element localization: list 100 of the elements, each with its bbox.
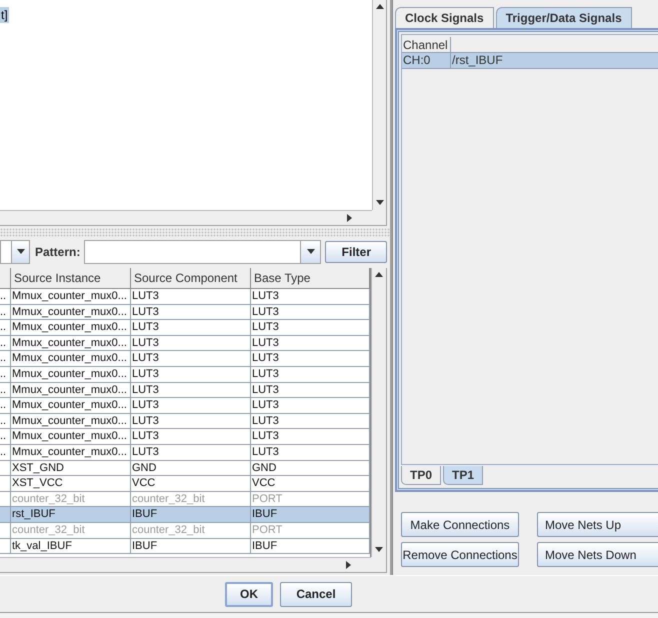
- scroll-down-icon[interactable]: [376, 199, 384, 207]
- table-cell: ..: [0, 382, 11, 398]
- table-cell: Mmux_counter_mux0...: [11, 289, 131, 304]
- scroll-up-icon[interactable]: [374, 271, 382, 279]
- table-cell: counter_32_bit: [11, 492, 131, 506]
- move-nets-button[interactable]: Move Nets Down: [537, 542, 658, 567]
- table-cell: ..: [0, 304, 11, 320]
- table-cell: LUT3: [251, 289, 370, 304]
- dropdown-arrow-icon[interactable]: [306, 248, 315, 256]
- table-cell: IBUF: [251, 507, 370, 522]
- table-cell: LUT3: [251, 366, 370, 382]
- table-cell: Mmux_counter_mux0...: [11, 382, 131, 398]
- column-header[interactable]: Channel: [402, 37, 451, 52]
- table-cell: ..: [0, 429, 11, 444]
- scroll-right-icon[interactable]: [345, 561, 353, 569]
- dialog-button[interactable]: OK: [225, 582, 273, 606]
- table-cell: Mmux_counter_mux0...: [11, 336, 131, 350]
- table-cell: ..: [0, 444, 11, 460]
- table-cell: Mmux_counter_mux0...: [11, 351, 131, 366]
- dialog-button[interactable]: Cancel: [280, 582, 352, 606]
- table-row[interactable]: .. Mmux_counter_mux0... LUT3 LUT3: [0, 444, 370, 461]
- table-cell: LUT3: [131, 336, 251, 350]
- table-cell: tk_val_IBUF: [11, 538, 131, 554]
- table-row[interactable]: XST_GND GND GND: [0, 460, 370, 476]
- table-cell: LUT3: [131, 289, 251, 304]
- table-cell: IBUF: [131, 507, 251, 522]
- table-cell: LUT3: [131, 414, 251, 428]
- pattern-field[interactable]: [84, 240, 322, 264]
- table-cell: rst_IBUF: [11, 507, 131, 522]
- table-row[interactable]: .. Mmux_counter_mux0... LUT3 LUT3: [0, 320, 370, 336]
- table-cell: counter_32_bit: [131, 492, 251, 506]
- table-row[interactable]: .. Mmux_counter_mux0... LUT3 LUT3: [0, 429, 370, 445]
- table-cell: Mmux_counter_mux0...: [11, 304, 131, 320]
- table-cell: LUT3: [251, 444, 370, 460]
- column-header[interactable]: Source Component: [131, 268, 251, 288]
- table-cell: Mmux_counter_mux0...: [11, 366, 131, 382]
- connection-button[interactable]: Remove Connections: [401, 542, 519, 567]
- scroll-right-icon[interactable]: [346, 214, 354, 222]
- pattern-label: Pattern:: [35, 244, 80, 261]
- table-cell: LUT3: [131, 429, 251, 444]
- horizontal-scrollbar[interactable]: [0, 210, 372, 225]
- table-cell: PORT: [251, 522, 370, 538]
- connection-button[interactable]: Make Connections: [401, 512, 519, 537]
- horizontal-scrollbar[interactable]: [0, 557, 371, 572]
- table-row[interactable]: rst_IBUF IBUF IBUF: [0, 507, 370, 523]
- table-cell: Mmux_counter_mux0...: [11, 429, 131, 444]
- table-cell: Mmux_counter_mux0...: [11, 398, 131, 413]
- signal-tab[interactable]: Trigger/Data Signals: [496, 7, 632, 28]
- table-row[interactable]: .. Mmux_counter_mux0... LUT3 LUT3: [0, 382, 370, 398]
- table-row[interactable]: .. Mmux_counter_mux0... LUT3 LUT3: [0, 351, 370, 367]
- port-tab[interactable]: TP0: [401, 466, 442, 485]
- dropdown-arrow-icon[interactable]: [16, 248, 24, 256]
- table-row[interactable]: .. Mmux_counter_mux0... LUT3 LUT3: [0, 304, 370, 320]
- table-row[interactable]: .. Mmux_counter_mux0... LUT3 LUT3: [0, 366, 370, 383]
- table-cell: ..: [0, 398, 11, 413]
- table-cell-text: /rst_IBUF: [451, 53, 504, 68]
- column-header[interactable]: Base Type: [251, 268, 370, 288]
- table-cell: Mmux_counter_mux0...: [11, 320, 131, 335]
- move-nets-button[interactable]: Move Nets Up: [537, 512, 658, 537]
- channel-row[interactable]: CH:0 /rst_IBUF: [402, 53, 658, 69]
- table-cell: ..: [0, 351, 11, 366]
- table-cell: LUT3: [131, 304, 251, 320]
- column-header[interactable]: Source Instance: [11, 268, 131, 288]
- table-cell: counter_32_bit: [11, 522, 131, 538]
- table-row[interactable]: .. Mmux_counter_mux0... LUT3 LUT3: [0, 414, 370, 430]
- table-row[interactable]: .. Mmux_counter_mux0... LUT3 LUT3: [0, 289, 370, 305]
- list-item[interactable]: t]: [0, 7, 9, 23]
- table-row[interactable]: .. Mmux_counter_mux0... LUT3 LUT3: [0, 398, 370, 414]
- table-cell: counter_32_bit: [131, 522, 251, 538]
- table-cell: ..: [0, 414, 11, 428]
- table-cell: XST_GND: [11, 460, 131, 476]
- signal-tab[interactable]: Clock Signals: [395, 7, 494, 28]
- scroll-up-icon[interactable]: [376, 3, 384, 11]
- table-cell: LUT3: [131, 382, 251, 398]
- type-dropdown[interactable]: [0, 240, 30, 264]
- filter-button[interactable]: Filter: [325, 241, 388, 263]
- port-tab[interactable]: TP1: [443, 466, 484, 485]
- table-cell: LUT3: [251, 320, 370, 335]
- table-cell: Mmux_counter_mux0...: [11, 444, 131, 460]
- table-cell: LUT3: [131, 320, 251, 335]
- table-row[interactable]: tk_val_IBUF IBUF IBUF: [0, 538, 370, 554]
- table-row[interactable]: .. Mmux_counter_mux0... LUT3 LUT3: [0, 336, 370, 352]
- table-cell: ..: [0, 289, 11, 304]
- table-cell: VCC: [251, 476, 370, 491]
- vertical-scrollbar[interactable]: [372, 0, 386, 210]
- scroll-down-icon[interactable]: [374, 546, 382, 554]
- table-cell: ..: [0, 336, 11, 350]
- table-cell: Mmux_counter_mux0...: [11, 414, 131, 428]
- table-cell: LUT3: [251, 351, 370, 366]
- table-cell: LUT3: [131, 366, 251, 382]
- table-cell: LUT3: [251, 429, 370, 444]
- table-cell: LUT3: [251, 304, 370, 320]
- table-row[interactable]: XST_VCC VCC VCC: [0, 476, 370, 492]
- table-cell: ..: [0, 320, 11, 335]
- table-cell: LUT3: [251, 336, 370, 350]
- table-cell: LUT3: [251, 414, 370, 428]
- table-cell: LUT3: [251, 382, 370, 398]
- table-cell: GND: [251, 460, 370, 476]
- table-cell: LUT3: [251, 398, 370, 413]
- table-cell: LUT3: [131, 398, 251, 413]
